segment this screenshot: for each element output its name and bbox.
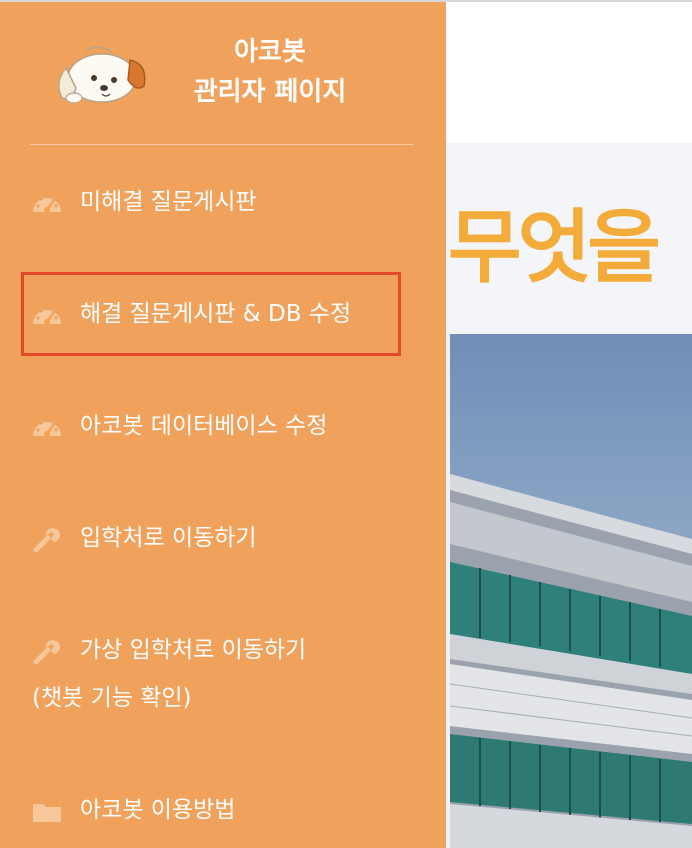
brand-title-line1: 아코봇	[234, 37, 306, 67]
wrench-icon	[33, 640, 60, 665]
sidebar-item-sublabel: (챗봇 기능 확인)	[32, 685, 192, 711]
sidebar-item-label: 아코봇 이용방법	[80, 797, 236, 823]
sidebar-item-label: 아코봇 데이터베이스 수정	[80, 413, 328, 439]
hero-heading: 무엇을	[448, 201, 661, 294]
main-content: 무엇을	[446, 0, 692, 848]
highlight-outline	[21, 272, 401, 356]
sidebar-item-label: 미해결 질문게시판	[80, 189, 257, 215]
sidebar-item-akobot-guide[interactable]: 아코봇 이용방법	[0, 790, 446, 834]
sidebar-item-label: 가상 입학처로 이동하기	[80, 637, 307, 663]
campus-building-photo	[450, 334, 692, 848]
dashboard-icon	[33, 418, 61, 437]
sidebar-item-label: 입학처로 이동하기	[80, 525, 257, 551]
sidebar-item-go-virtual-admissions[interactable]: 가상 입학처로 이동하기 (챗봇 기능 확인)	[0, 630, 446, 720]
sidebar-divider	[30, 144, 413, 145]
folder-icon	[33, 804, 61, 822]
wrench-icon	[33, 528, 60, 553]
brand-title: 아코봇 관리자 페이지	[160, 32, 380, 112]
brand-title-line2: 관리자 페이지	[193, 77, 347, 107]
sidebar-brand[interactable]: 아코봇 관리자 페이지	[0, 2, 446, 144]
mascot-dog-logo	[58, 46, 146, 104]
sidebar-item-unresolved-questions[interactable]: 미해결 질문게시판	[0, 182, 446, 226]
dashboard-icon	[33, 194, 61, 213]
sidebar-item-akobot-database-edit[interactable]: 아코봇 데이터베이스 수정	[0, 406, 446, 450]
sidebar: 아코봇 관리자 페이지 미해결 질문게시판 해결 질문게시판 & DB 수정 아…	[0, 0, 446, 848]
main-header	[446, 0, 692, 142]
sidebar-item-go-admissions[interactable]: 입학처로 이동하기	[0, 518, 446, 562]
